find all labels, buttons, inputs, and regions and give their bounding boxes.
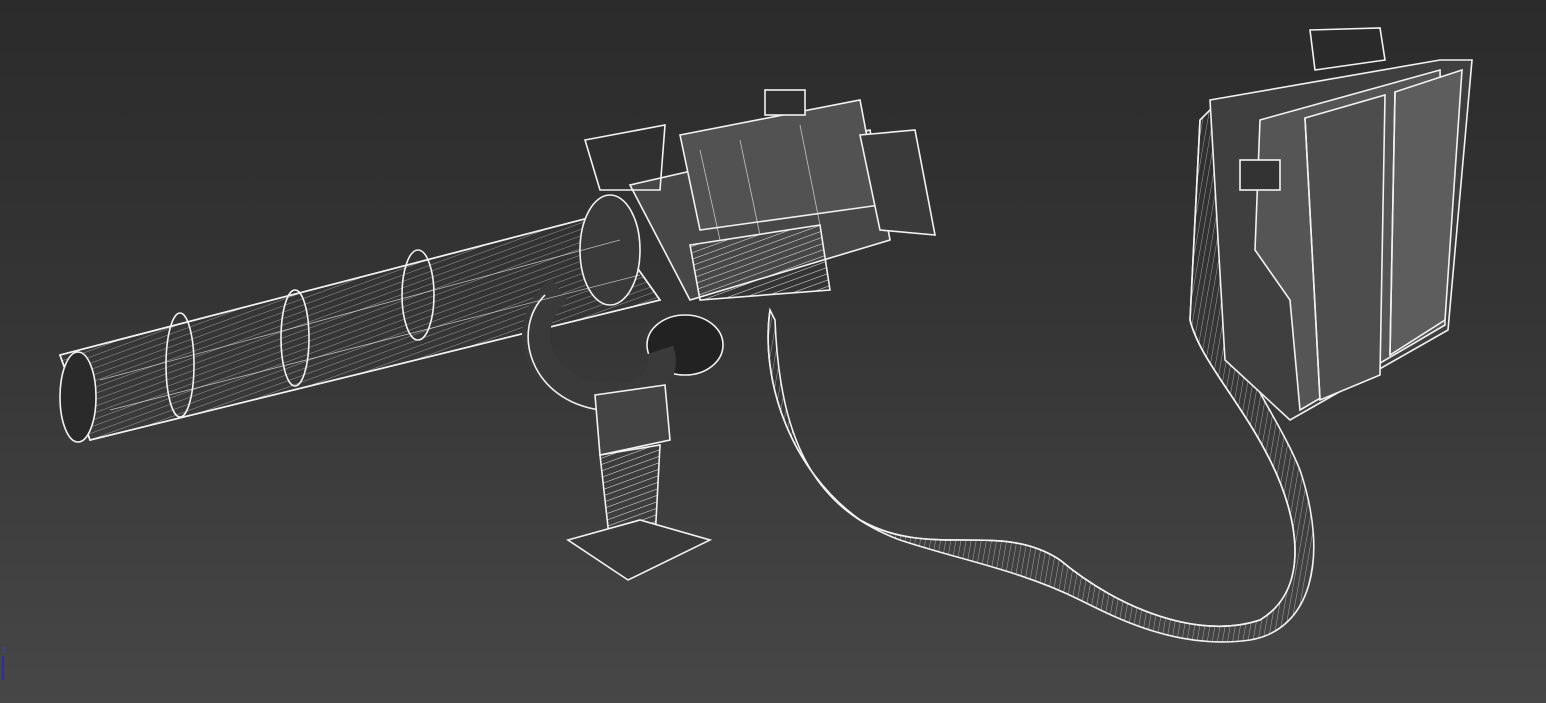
3d-viewport[interactable] xyxy=(0,0,1546,703)
ammo-box xyxy=(1209,27,1473,421)
gatling-barrels xyxy=(58,194,662,443)
z-axis-icon xyxy=(2,656,4,680)
z-axis-label: z xyxy=(2,645,7,654)
axis-gizmo: z xyxy=(0,645,14,682)
